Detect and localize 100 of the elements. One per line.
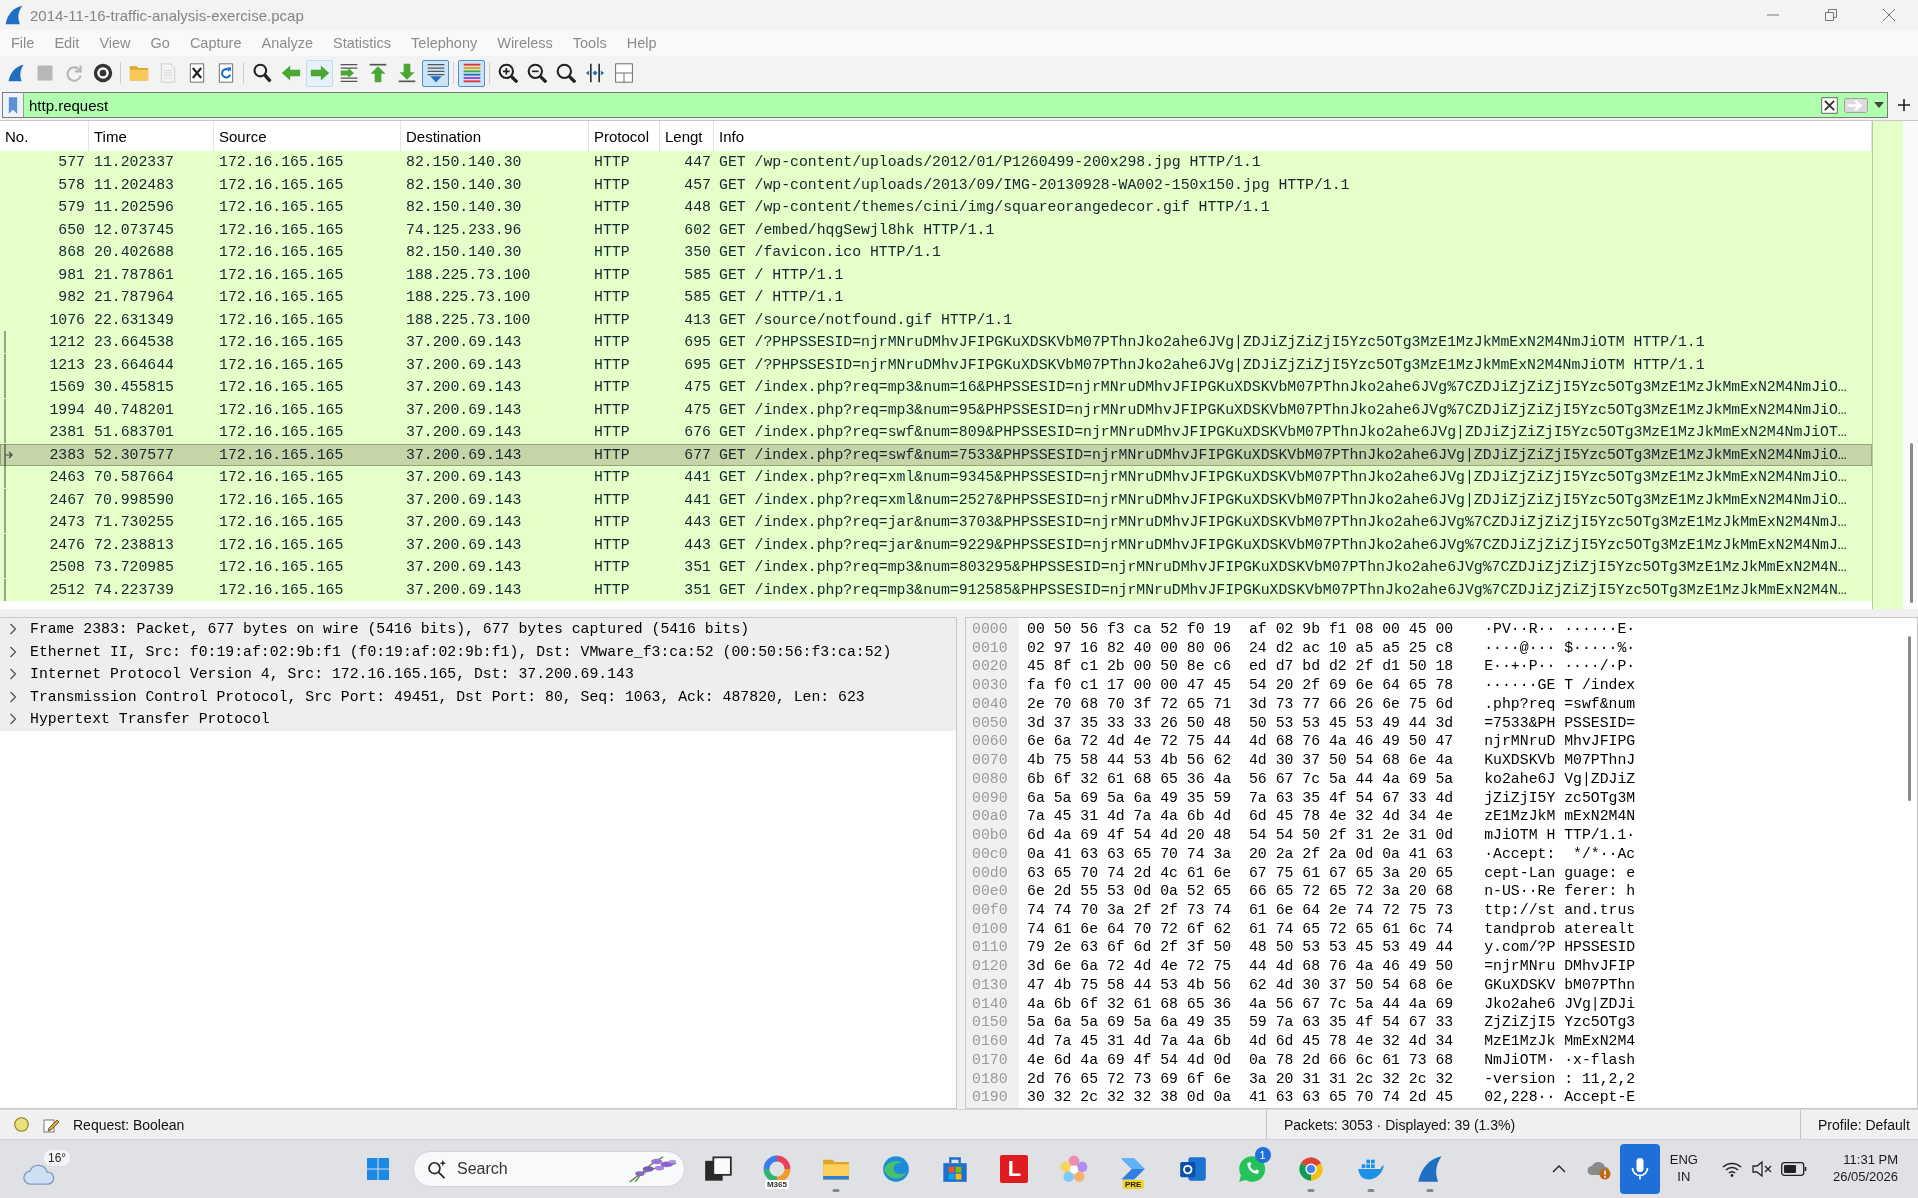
ring-icon: [762, 1155, 791, 1183]
microphone-button[interactable]: [1619, 1144, 1660, 1194]
hex-bytes: 63 65 70 74 2d 4c 61 6e 67 75 61 67 65 3a 20 65: [1027, 863, 1454, 883]
table-cell-text: 21.787964: [93, 289, 175, 306]
packet-row[interactable]: 868 20.402688 172.16.165.165 82.150.140.30 HTTP 350 GET /favicon.ico HTTP/1.1: [0, 241, 1872, 264]
table-cell-text: 37.200.69.143: [405, 581, 523, 598]
taskbar-app-button[interactable]: L: [989, 1145, 1039, 1193]
table-cell-text: 443: [683, 536, 712, 553]
table-cell-text: 475: [683, 401, 712, 418]
ascii-text: ····@··· $·····%·: [1484, 638, 1636, 658]
table-cell-text: 1213: [48, 356, 86, 373]
table-cell-text: GET /index.php?req=swf&num=7533&PHPSSESID=njrMNruDMhvJFIPGKuXDSKVbM07PThnJko2ahe6JVg|ZDJiZjZiZjI5Yzc5OTg3MzE1MzJkMmExN2M4NmJiO…: [718, 446, 1848, 463]
hex-bytes: 79 2e 63 6f 6d 2f 3f 50 48 50 53 53 45 53 49 44: [1027, 938, 1454, 958]
segmented-circle-icon: [1297, 1155, 1326, 1183]
arrow-left-icon: [280, 63, 301, 83]
packet-row[interactable]: 2383 52.307577 172.16.165.165 37.200.69.143 HTTP 677 GET /index.php?req=swf&num=7533&PHPSSESID=njrMNruDMhvJFIPGKuXDSKVbM07PThnJko2ahe6JVg|ZDJiZjZiZjI5Yzc5OTg3MzE1MzJkMmExN2M4NmJiO…: [0, 443, 1872, 466]
packet-row[interactable]: 2467 70.998590 172.16.165.165 37.200.69.143 HTTP 441 GET /index.php?req=xml&num=2527&PHPSSESID=njrMNruDMhvJFIPGKuXDSKVbM07PThnJko2ahe6JVg|ZDJiZjZiZjI5Yzc5OTg3MzE1MzJkMmExN2M4NmJiO…: [0, 488, 1872, 511]
table-cell-text: 37.200.69.143: [405, 514, 523, 531]
table-cell-text: 602: [683, 221, 712, 238]
packet-row[interactable]: 1212 23.664538 172.16.165.165 37.200.69.143 HTTP 695 GET /?PHPSSESID=njrMNruDMhvJFIPGKuXDSKVbM07PThnJko2ahe6JVg|ZDJiZjZiZjI5Yzc5OTg3MzE1MzJkMmExN2M4NmJiOTM HTTP/1.1: [0, 331, 1872, 354]
packet-row[interactable]: 2476 72.238813 172.16.165.165 37.200.69.143 HTTP 443 GET /index.php?req=jar&num=9229&PHPSSESID=njrMNruDMhvJFIPGKuXDSKVbM07PThnJko2ahe6JVg%7CZDJiZjZiZjI5Yzc5OTg3MzE1MzJkMmExN2M4NmJ…: [0, 533, 1872, 556]
hex-bytes: 4b 75 58 44 53 4b 56 62 4d 30 37 50 54 68 6e 4a: [1027, 751, 1454, 770]
byte-offset: 0050: [972, 713, 1009, 733]
taskbar-app-button[interactable]: PRE: [1108, 1145, 1158, 1193]
table-cell-text: GET /index.php?req=swf&num=809&PHPSSESID=njrMNruDMhvJFIPGKuXDSKVbM07PThnJko2ahe6JVg|ZDJiZjZiZjI5Yzc5OTg3MzE1MzJkMmExN2M4NmJiOT…: [718, 424, 1848, 441]
table-cell-text: 172.16.165.165: [218, 446, 345, 463]
filter-field[interactable]: http.request: [2, 92, 1888, 118]
clock-button[interactable]: 11:31 PM 26/05/2026: [1832, 1144, 1898, 1194]
table-cell-text: HTTP: [593, 559, 631, 576]
search-box[interactable]: Search: [413, 1151, 685, 1187]
packet-row[interactable]: 982 21.787964 172.16.165.165 188.225.73.100 HTTP 585 GET / HTTP/1.1: [0, 286, 1872, 309]
ascii-text: MzE1MzJk MmExN2M4: [1484, 1032, 1636, 1051]
packet-row[interactable]: 579 11.202596 172.16.165.165 82.150.140.30 HTTP 448 GET /wp-content/themes/cini/img/squareorangedecor.gif HTTP/1.1: [0, 196, 1872, 219]
table-cell-text: 172.16.165.165: [218, 401, 345, 418]
table-cell-text: 188.225.73.100: [405, 289, 532, 306]
hex-bytes: 3d 37 35 33 33 26 50 48 50 53 53 45 53 49 44 3d: [1027, 713, 1454, 733]
packet-row[interactable]: 1994 40.748201 172.16.165.165 37.200.69.143 HTTP 475 GET /index.php?req=mp3&num=95&PHPSSESID=njrMNruDMhvJFIPGKuXDSKVbM07PThnJko2ahe6JVg%7CZDJiZjZiZjI5Yzc5OTg3MzE1MzJkMmExN2M4NmJiO…: [0, 398, 1872, 421]
clear-button[interactable]: [1818, 94, 1841, 116]
flower-sprig-icon: [626, 1155, 678, 1183]
tree-item[interactable]: Hypertext Transfer Protocol: [30, 711, 270, 728]
table-cell-text: 82.150.140.30: [405, 199, 523, 216]
packet-row[interactable]: 2512 74.223739 172.16.165.165 37.200.69.143 HTTP 351 GET /index.php?req=mp3&num=912585&PHPSSESID=njrMNruDMhvJFIPGKuXDSKVbM07PThnJko2ahe6JVg%7CZDJiZjZiZjI5Yzc5OTg3MzE1MzJkMmExN2M4N…: [0, 578, 1872, 601]
hex-bytes: 45 8f c1 2b 00 50 8e c6 ed d7 bd d2 2f d1 50 18: [1027, 657, 1454, 677]
table-cell-text: 188.225.73.100: [405, 311, 532, 328]
table-cell-text: 868: [57, 244, 86, 261]
table-cell-text: 74.223739: [93, 581, 175, 598]
packet-row[interactable]: 1076 22.631349 172.16.165.165 188.225.73.100 HTTP 413 GET /source/notfound.gif HTTP/1.1: [0, 308, 1872, 331]
weather-button[interactable]: 16°: [22, 1146, 78, 1192]
taskbar-app-button[interactable]: M365: [752, 1145, 802, 1193]
ascii-text: NmJiOTM· ·x-flash: [1484, 1050, 1636, 1070]
table-cell-text: HTTP: [593, 199, 631, 216]
toolbar-button[interactable]: [422, 59, 449, 87]
bookmark-button[interactable]: [3, 93, 24, 117]
status-text[interactable]: Profile: Default: [1818, 1116, 1910, 1133]
hex-bytes: 0a 41 63 63 65 70 74 3a 20 2a 2f 2a 0d 0a 41 63: [1027, 844, 1454, 864]
table-cell-text: 447: [683, 154, 712, 171]
table-cell-text: 448: [683, 199, 712, 216]
packet-row[interactable]: 577 11.202337 172.16.165.165 82.150.140.30 HTTP 447 GET /wp-content/uploads/2012/01/P1260499-200x298.jpg HTTP/1.1: [0, 151, 1872, 174]
scrollbar[interactable]: [1872, 121, 1918, 609]
ascii-text: ·Accept: */*··Ac: [1484, 844, 1636, 864]
table-cell-text: HTTP: [593, 334, 631, 351]
packet-row[interactable]: 981 21.787861 172.16.165.165 188.225.73.100 HTTP 585 GET / HTTP/1.1: [0, 263, 1872, 286]
table-cell-text: 172.16.165.165: [218, 154, 345, 171]
pencil-icon: [43, 1116, 59, 1133]
packet-row[interactable]: 2473 71.730255 172.16.165.165 37.200.69.143 HTTP 443 GET /index.php?req=jar&num=3703&PHPSSESID=njrMNruDMhvJFIPGKuXDSKVbM07PThnJko2ahe6JVg%7CZDJiZjZiZjI5Yzc5OTg3MzE1MzJkMmExN2M4NmJ…: [0, 511, 1872, 534]
table-cell-text: 2381: [48, 424, 86, 441]
packet-row[interactable]: 1569 30.455815 172.16.165.165 37.200.69.143 HTTP 475 GET /index.php?req=mp3&num=16&PHPSSESID=njrMNruDMhvJFIPGKuXDSKVbM07PThnJko2ahe6JVg%7CZDJiZjZiZjI5Yzc5OTg3MzE1MzJkMmExN2M4NmJiO…: [0, 376, 1872, 399]
ascii-text: ·PV··R·· ······E·: [1484, 620, 1636, 639]
table-cell-text: 71.730255: [93, 514, 175, 531]
table-cell-text: 695: [683, 356, 712, 373]
byte-offset: 0070: [972, 751, 1009, 770]
table-cell-text: GET /favicon.ico HTTP/1.1: [718, 244, 942, 261]
packet-row[interactable]: 2508 73.720985 172.16.165.165 37.200.69.143 HTTP 351 GET /index.php?req=mp3&num=803295&PHPSSESID=njrMNruDMhvJFIPGKuXDSKVbM07PThnJko2ahe6JVg%7CZDJiZjZiZjI5Yzc5OTg3MzE1MzJkMmExN2M4N…: [0, 556, 1872, 579]
language-button[interactable]: ENG IN: [1669, 1144, 1698, 1194]
packet-row[interactable]: 2463 70.587664 172.16.165.165 37.200.69.143 HTTP 441 GET /index.php?req=xml&num=9345&PHPSSESID=njrMNruDMhvJFIPGKuXDSKVbM07PThnJko2ahe6JVg|ZDJiZjZiZjI5Yzc5OTg3MzE1MzJkMmExN2M4NmJiO…: [0, 466, 1872, 489]
packet-row[interactable]: 650 12.073745 172.16.165.165 74.125.233.96 HTTP 602 GET /embed/hqgSewjl8hk HTTP/1.1: [0, 218, 1872, 241]
hex-bytes: 2e 70 68 70 3f 72 65 71 3d 73 77 66 26 6e 75 6d: [1027, 694, 1454, 714]
hex-bytes: 6d 4a 69 4f 54 4d 20 48 54 54 50 2f 31 2e 31 0d: [1027, 826, 1454, 845]
table-cell-text: 30.455815: [93, 379, 175, 396]
ascii-text: =7533&PH PSSESID=: [1484, 713, 1636, 733]
hex-bytes: 5a 6a 5a 69 5a 6a 49 35 59 7a 63 35 4f 54 67 33: [1027, 1013, 1454, 1033]
table-cell-text: 40.748201: [93, 401, 175, 418]
arrow-right-icon: [1844, 97, 1868, 113]
table-cell-text: 577: [57, 154, 86, 171]
table-cell-text: 457: [683, 176, 712, 193]
table-cell-text: 172.16.165.165: [218, 581, 345, 598]
ascii-text: GKuXDSKV bM07PThn: [1484, 975, 1636, 995]
panes-icon: [613, 63, 634, 83]
minimize-icon: [1767, 14, 1779, 16]
table-cell-text: 2512: [48, 581, 86, 598]
packet-row[interactable]: 2381 51.683701 172.16.165.165 37.200.69.143 HTTP 676 GET /index.php?req=swf&num=809&PHPSSESID=njrMNruDMhvJFIPGKuXDSKVbM07PThnJko2ahe6JVg|ZDJiZjZiZjI5Yzc5OTg3MzE1MzJkMmExN2M4NmJiOT…: [0, 421, 1872, 444]
table-cell-text: 475: [683, 379, 712, 396]
taskbar-app-button[interactable]: 1: [1227, 1145, 1277, 1193]
packet-row[interactable]: 1213 23.664644 172.16.165.165 37.200.69.143 HTTP 695 GET /?PHPSSESID=njrMNruDMhvJFIPGKuXDSKVbM07PThnJko2ahe6JVg|ZDJiZjZiZjI5Yzc5OTg3MzE1MzJkMmExN2M4NmJiOTM HTTP/1.1: [0, 353, 1872, 376]
table-cell-text: GET /embed/hqgSewjl8hk HTTP/1.1: [718, 221, 996, 238]
arrow-up-bar-icon: [367, 63, 388, 83]
table-cell-text: 585: [683, 289, 712, 306]
packet-row[interactable]: 578 11.202483 172.16.165.165 82.150.140.30 HTTP 457 GET /wp-content/uploads/2013/09/IMG-20130928-WA002-150x150.jpg HTTP/1.1: [0, 173, 1872, 196]
table-cell-text: HTTP: [593, 491, 631, 508]
table-cell-text: 23.664644: [93, 356, 175, 373]
